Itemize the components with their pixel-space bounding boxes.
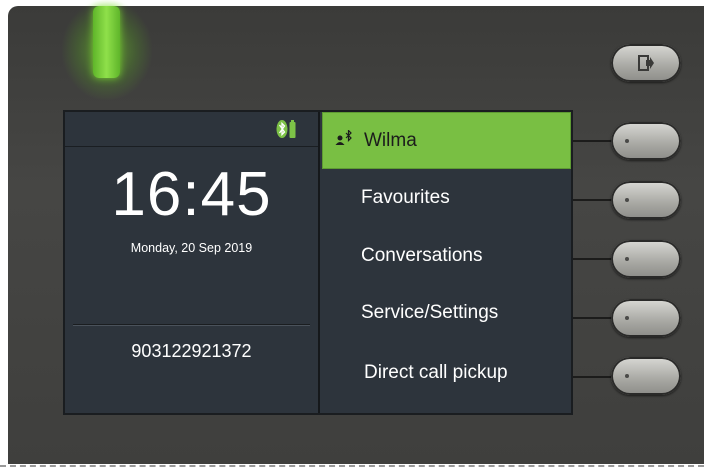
line-key-5[interactable] — [611, 357, 681, 395]
menu-item-label: Wilma — [364, 130, 417, 151]
menu-item-label: Conversations — [361, 245, 483, 266]
bluetooth-battery-icons — [276, 118, 298, 145]
line-key-1[interactable] — [611, 122, 681, 160]
exit-icon — [638, 55, 654, 71]
clock-date: Monday, 20 Sep 2019 — [130, 241, 253, 255]
phone-display: 16:45 Monday, 20 Sep 2019 903122921372 W… — [63, 110, 573, 415]
menu-item-label: Favourites — [361, 187, 450, 208]
notification-led — [93, 6, 120, 78]
line-key-2[interactable] — [611, 181, 681, 219]
key-dot — [625, 374, 629, 378]
battery-icon — [289, 120, 296, 138]
exit-key-button[interactable] — [611, 44, 681, 82]
menu-item-conversations[interactable]: Conversations — [322, 227, 571, 284]
menu-item-label: Direct call pickup — [364, 362, 508, 383]
menu-pane: Wilma Favourites Conversations Service/S… — [320, 112, 571, 413]
menu-item-wilma[interactable]: Wilma — [322, 112, 571, 169]
key-dot — [625, 257, 629, 261]
clock-time: 16:45 — [111, 160, 272, 229]
menu-item-direct-call-pickup[interactable]: Direct call pickup — [322, 344, 571, 401]
own-phone-number: 903122921372 — [131, 341, 252, 361]
line-key-3[interactable] — [611, 240, 681, 278]
key-connector — [573, 317, 613, 319]
key-connector — [573, 140, 613, 142]
idle-pane: 16:45 Monday, 20 Sep 2019 903122921372 — [65, 112, 320, 413]
status-bar — [65, 112, 318, 147]
key-dot — [625, 316, 629, 320]
divider — [73, 324, 310, 325]
user-bluetooth-icon — [334, 129, 356, 154]
key-connector — [573, 376, 613, 378]
line-key-4[interactable] — [611, 299, 681, 337]
key-dot — [625, 139, 629, 143]
menu-item-label: Service/Settings — [361, 302, 499, 323]
key-dot — [625, 198, 629, 202]
key-connector — [573, 258, 613, 260]
key-connector — [573, 199, 613, 201]
divider — [0, 465, 704, 467]
bluetooth-icon — [276, 120, 288, 138]
menu-item-favourites[interactable]: Favourites — [322, 169, 571, 226]
menu-item-service-settings[interactable]: Service/Settings — [322, 284, 571, 341]
